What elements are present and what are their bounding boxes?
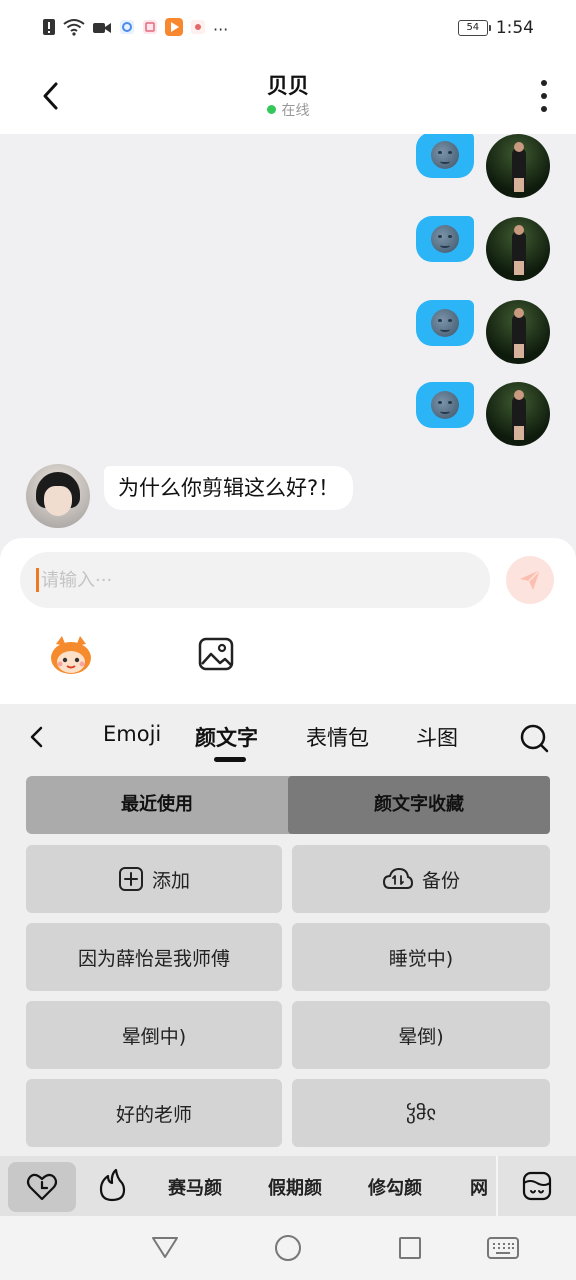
avatar-self[interactable] (486, 134, 550, 198)
clock: 1:54 (495, 18, 534, 38)
search-icon (520, 724, 549, 753)
plus-square-icon (118, 867, 143, 891)
chat-messages[interactable]: 为什么你剪辑这么好?！ (0, 134, 576, 538)
tab-kaomoji[interactable]: 颜文字 (195, 722, 258, 752)
kaomoji-item[interactable]: 好的老师 (26, 1079, 282, 1147)
chevron-left-icon (30, 726, 43, 748)
recent-category-button[interactable] (8, 1162, 76, 1212)
moon-face-emoji (431, 391, 459, 419)
tab-meme[interactable]: 斗图 (416, 722, 458, 752)
mascot-icon (51, 636, 91, 674)
status-icons: ··· (42, 18, 228, 40)
system-nav-bar (0, 1216, 576, 1280)
kaomoji-panel: Emoji 颜文字 表情包 斗图 最近使用 颜文字收藏 添加 备份 因为薛怡是我… (0, 704, 576, 1216)
cloud-sync-icon (382, 867, 413, 889)
kaomoji-grid: 添加 备份 因为薛怡是我师傅 睡觉中) 晕倒中) 晕倒) 好的老师 ჴჵჺ (26, 845, 550, 1147)
heart-clock-icon (26, 1173, 58, 1201)
chat-header: 贝贝 在线 (0, 58, 576, 134)
more-categories-button[interactable] (496, 1156, 576, 1216)
tab-stickers[interactable]: 表情包 (306, 722, 369, 752)
app-icon (190, 19, 206, 39)
sticker-mascot-button[interactable] (48, 634, 94, 676)
kaomoji-category-bar: 赛马颜 假期颜 修勾颜 网 (0, 1156, 576, 1216)
avatar-self[interactable] (486, 382, 550, 446)
nav-back-button[interactable] (150, 1234, 180, 1264)
image-icon (198, 637, 234, 671)
search-button[interactable] (518, 722, 550, 754)
moon-face-emoji (431, 225, 459, 253)
status-bar: ··· 54 1:54 (0, 0, 576, 58)
kaomoji-item[interactable]: 睡觉中) (292, 923, 550, 991)
category-holiday[interactable]: 假期颜 (268, 1174, 322, 1200)
nav-recents-button[interactable] (398, 1236, 422, 1264)
fire-icon (99, 1168, 126, 1202)
message-bubble-outgoing[interactable] (416, 216, 474, 262)
segment-favorites[interactable]: 颜文字收藏 (288, 776, 550, 834)
hot-category-button[interactable] (96, 1168, 128, 1202)
category-dog[interactable]: 修勾颜 (368, 1174, 422, 1200)
segment-recent[interactable]: 最近使用 (26, 776, 288, 834)
alert-icon (42, 18, 56, 40)
message-bubble-outgoing[interactable] (416, 134, 474, 178)
keyboard-icon (487, 1237, 519, 1259)
battery-icon: 54 (457, 20, 491, 36)
add-kaomoji-button[interactable]: 添加 (26, 845, 282, 913)
video-icon (92, 20, 112, 39)
online-status: 在线 (0, 100, 576, 120)
input-panel (0, 538, 576, 704)
category-horse[interactable]: 赛马颜 (168, 1174, 222, 1200)
image-picker-button[interactable] (198, 636, 234, 672)
app-icon (119, 19, 135, 39)
backup-button[interactable]: 备份 (292, 845, 550, 913)
kaomoji-item[interactable]: 因为薛怡是我师傅 (26, 923, 282, 991)
kaomoji-tabs: Emoji 颜文字 表情包 斗图 (0, 704, 576, 770)
online-dot (266, 105, 276, 114)
tab-emoji[interactable]: Emoji (103, 722, 161, 746)
backup-label: 备份 (421, 869, 460, 892)
circle-home-icon (275, 1235, 301, 1261)
send-icon (520, 569, 541, 590)
message-bubble-outgoing[interactable] (416, 300, 474, 346)
avatar-self[interactable] (486, 300, 550, 364)
text-caret (36, 568, 39, 592)
status-right: 54 1:54 (457, 18, 534, 38)
triangle-back-icon (152, 1237, 178, 1258)
kaomoji-box-icon (522, 1171, 552, 1201)
segment-control: 最近使用 颜文字收藏 (26, 776, 550, 834)
moon-face-emoji (431, 141, 459, 169)
wifi-icon (63, 18, 85, 40)
moon-face-emoji (431, 309, 459, 337)
add-label: 添加 (151, 869, 190, 892)
contact-name: 贝贝 (267, 74, 309, 98)
dot (541, 93, 547, 99)
dot (541, 106, 547, 112)
message-bubble-outgoing[interactable] (416, 382, 474, 428)
avatar-self[interactable] (486, 217, 550, 281)
kaomoji-item[interactable]: 晕倒中) (26, 1001, 282, 1069)
dot (541, 80, 547, 86)
square-recents-icon (399, 1237, 421, 1259)
message-input-container[interactable] (20, 552, 490, 608)
kaomoji-item[interactable]: ჴჵჺ (292, 1079, 550, 1147)
category-net[interactable]: 网 (470, 1174, 488, 1200)
nav-home-button[interactable] (274, 1234, 302, 1266)
panel-back-button[interactable] (26, 722, 48, 752)
more-notifications: ··· (213, 19, 229, 39)
message-bubble-incoming[interactable]: 为什么你剪辑这么好?！ (104, 466, 354, 510)
keyboard-toggle-button[interactable] (486, 1236, 520, 1264)
active-tab-indicator (214, 757, 246, 762)
kaomoji-item[interactable]: 晕倒) (292, 1001, 550, 1069)
online-status-label: 在线 (281, 103, 310, 119)
more-options-button[interactable] (540, 80, 548, 112)
message-input[interactable] (41, 569, 461, 591)
avatar-contact[interactable] (26, 464, 90, 528)
app-icon (142, 19, 158, 39)
send-button[interactable] (506, 556, 554, 604)
video-app-icon (165, 18, 183, 40)
